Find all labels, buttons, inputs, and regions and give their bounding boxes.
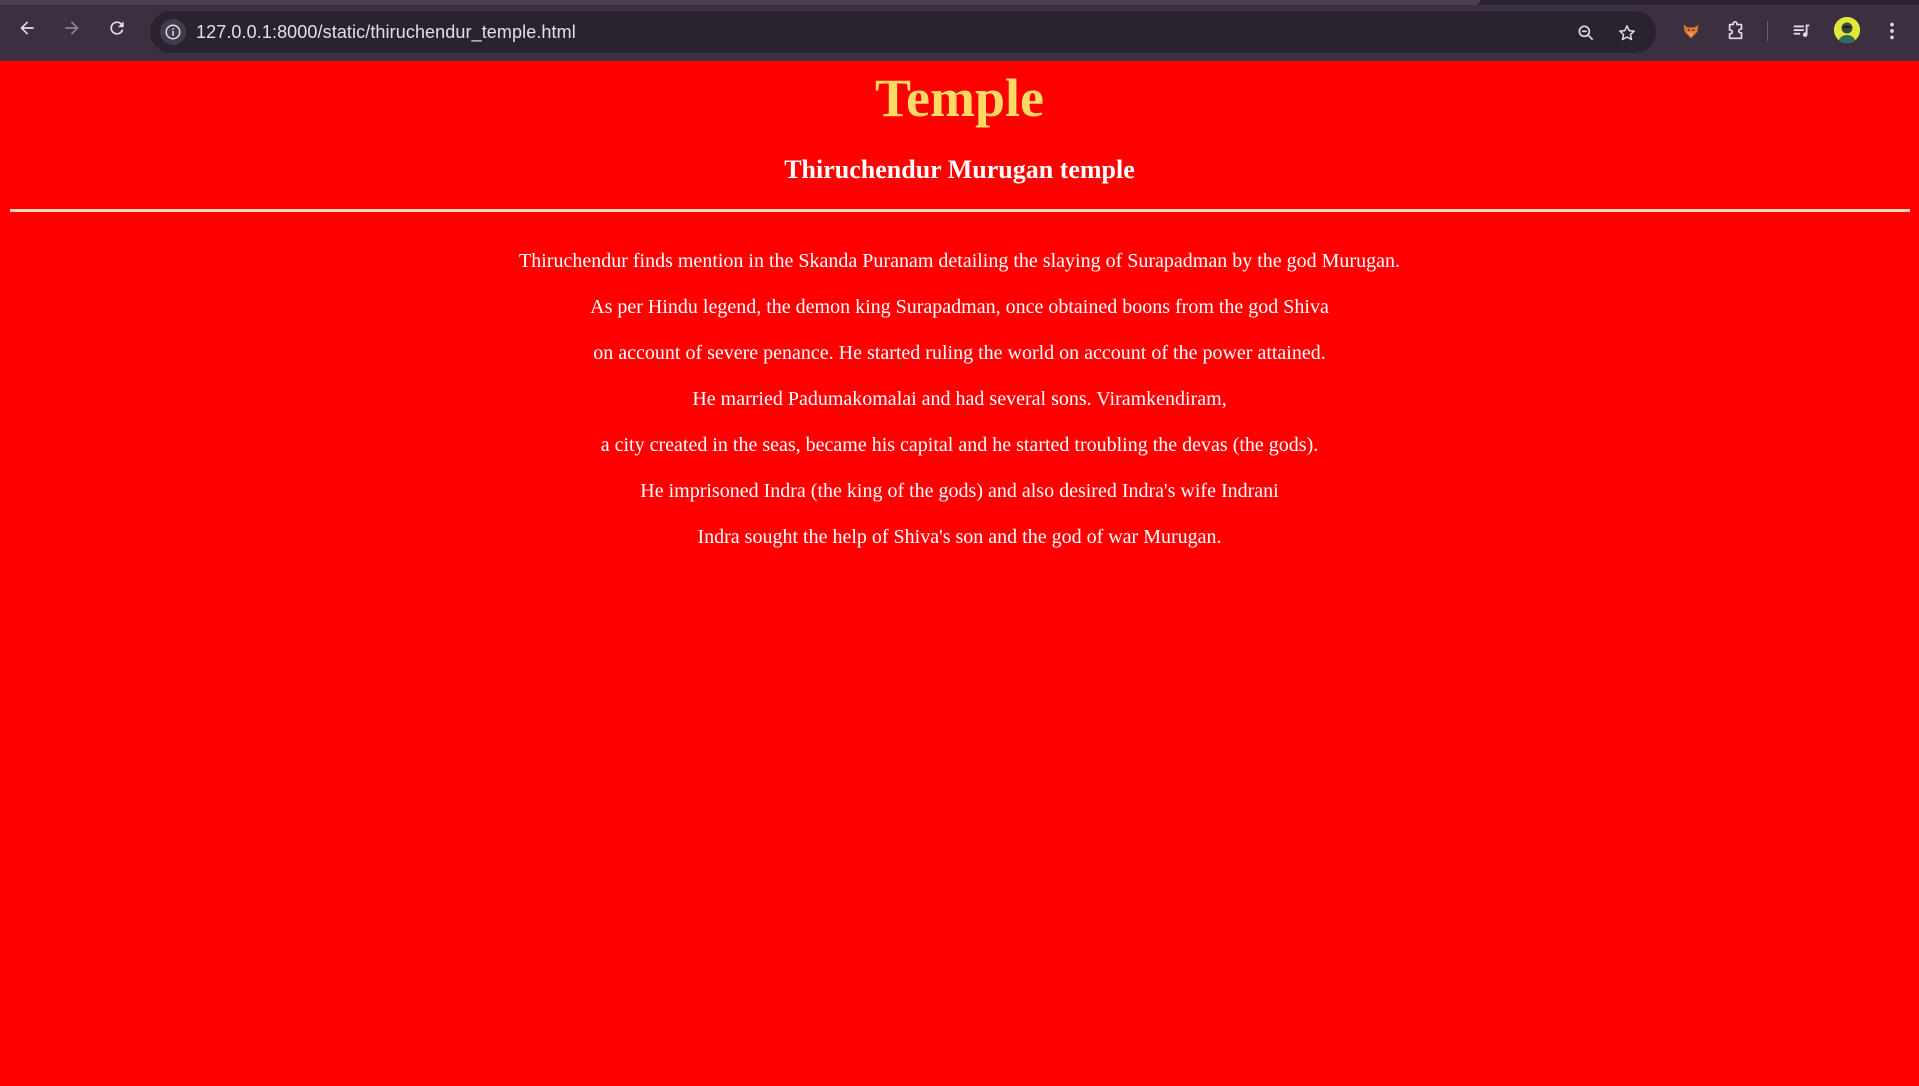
site-info-button[interactable]	[160, 19, 186, 45]
forward-button[interactable]	[58, 14, 86, 42]
paragraph-line: Thiruchendur finds mention in the Skanda…	[519, 250, 1400, 272]
paragraph-line: He married Padumakomalai and had several…	[692, 388, 1227, 410]
horizontal-rule	[10, 209, 1910, 212]
paragraph-line: a city created in the seas, became his c…	[600, 434, 1319, 456]
fox-extension-button[interactable]	[1678, 18, 1704, 44]
back-button[interactable]	[13, 14, 41, 42]
avatar[interactable]	[1834, 17, 1860, 43]
paragraph-line: As per Hindu legend, the demon king Sura…	[590, 296, 1329, 318]
zoom-button[interactable]	[1574, 21, 1598, 45]
paragraph-line: Indra sought the help of Shiva's son and…	[697, 526, 1222, 548]
paragraph-line: on account of severe penance. He started…	[593, 342, 1326, 364]
fox-extension-icon	[1683, 24, 1699, 39]
address-bar[interactable]: 127.0.0.1:8000/static/thiruchendur_templ…	[150, 11, 1656, 53]
temple-description: Thiruchendur finds mention in the Skanda…	[0, 251, 1919, 573]
bookmark-button[interactable]	[1615, 21, 1639, 45]
page-content: Temple Thiruchendur Murugan temple Thiru…	[0, 61, 1919, 1086]
zoom-out-icon	[1578, 25, 1594, 41]
forward-arrow-icon	[65, 21, 79, 35]
puzzle-icon	[1728, 21, 1743, 40]
media-button[interactable]	[1789, 18, 1815, 44]
menu-button[interactable]	[1879, 18, 1905, 44]
media-queue-icon	[1793, 24, 1810, 37]
extensions-button[interactable]	[1723, 18, 1749, 44]
page-subtitle: Thiruchendur Murugan temple	[784, 155, 1135, 184]
reload-button[interactable]	[103, 14, 131, 42]
toolbar-divider	[1767, 21, 1768, 41]
url-text[interactable]: 127.0.0.1:8000/static/thiruchendur_templ…	[196, 22, 576, 43]
reload-icon	[110, 21, 124, 35]
tab-strip	[0, 0, 1919, 5]
paragraph-line: He imprisoned Indra (the king of the god…	[640, 480, 1279, 502]
star-icon	[1619, 25, 1635, 41]
page-title: Temple	[874, 68, 1044, 128]
kebab-menu-icon	[1890, 22, 1894, 40]
browser-toolbar: 127.0.0.1:8000/static/thiruchendur_templ…	[0, 0, 1919, 61]
profile-icon	[1834, 17, 1860, 43]
info-icon	[165, 24, 181, 40]
back-arrow-icon	[20, 21, 34, 35]
active-tab-edge[interactable]	[0, 0, 1480, 5]
